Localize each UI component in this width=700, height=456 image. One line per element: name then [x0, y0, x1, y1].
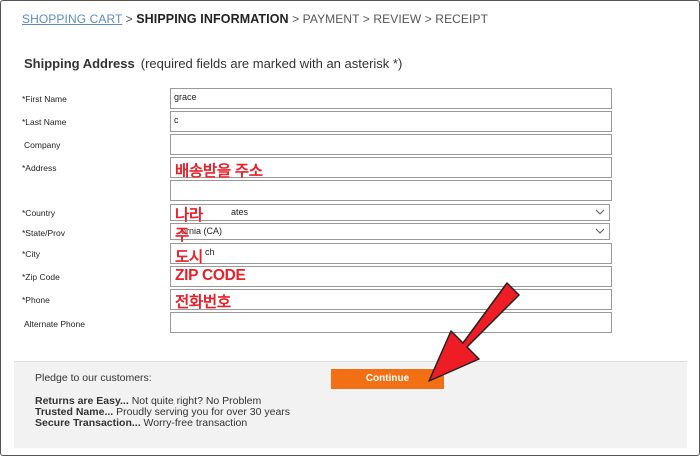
breadcrumb-receipt: RECEIPT: [435, 12, 489, 26]
country-annotation: 나라: [175, 207, 203, 224]
breadcrumb-review: REVIEW: [373, 12, 422, 26]
address-annotation: 배송받을 주소: [175, 163, 263, 180]
phone-annotation: 전화번호: [175, 294, 231, 311]
red-arrow-icon: [428, 282, 520, 382]
promo-secure-text: Worry-free transaction: [140, 417, 248, 429]
address-line2-field[interactable]: [170, 180, 612, 201]
breadcrumb-separator: >: [122, 12, 137, 26]
last-name-field[interactable]: c: [170, 111, 612, 132]
page-frame: SHOPPING CART > SHIPPING INFORMATION > P…: [0, 0, 700, 456]
breadcrumb-payment: PAYMENT: [302, 12, 360, 26]
zip-code-annotation: ZIP CODE: [175, 267, 246, 284]
breadcrumb-separator: >: [288, 12, 303, 26]
breadcrumb-separator: >: [359, 12, 374, 26]
shipping-address-heading: Shipping Address: [24, 56, 135, 71]
phone-field[interactable]: [170, 289, 612, 310]
alternate-phone-field[interactable]: [170, 312, 612, 333]
country-label: *Country: [22, 208, 56, 218]
breadcrumb-shipping-information: SHIPPING INFORMATION: [136, 12, 289, 26]
promo-secure-title: Secure Transaction...: [35, 417, 141, 429]
address-label: *Address: [22, 163, 57, 173]
chevron-down-icon: [595, 228, 605, 234]
breadcrumb-shopping-cart-link[interactable]: SHOPPING CART: [22, 12, 122, 26]
section-title: Shipping Address (required fields are mar…: [24, 56, 402, 71]
country-select-value: ates: [231, 207, 249, 217]
first-name-label: *First Name: [22, 94, 67, 104]
pledge-heading: Pledge to our customers:: [35, 372, 152, 384]
state-annotation: 주: [175, 227, 189, 244]
required-fields-note: (required fields are marked with an aste…: [140, 56, 403, 71]
breadcrumb: SHOPPING CART > SHIPPING INFORMATION > P…: [22, 12, 488, 26]
state-label: *State/Prov: [22, 228, 65, 238]
city-annotation: 도시: [175, 249, 203, 266]
alternate-phone-label: Alternate Phone: [24, 319, 85, 329]
city-field[interactable]: ch: [170, 243, 612, 264]
zip-code-label: *Zip Code: [22, 272, 60, 282]
company-field[interactable]: [170, 134, 612, 155]
company-label: Company: [24, 140, 61, 150]
city-label: *City: [22, 249, 40, 259]
breadcrumb-separator: >: [421, 12, 436, 26]
state-select[interactable]: ornia (CA): [170, 223, 610, 240]
last-name-label: *Last Name: [22, 117, 67, 127]
phone-label: *Phone: [22, 295, 50, 305]
chevron-down-icon: [595, 209, 605, 215]
first-name-field[interactable]: grace: [170, 88, 612, 109]
promo-secure: Secure Transaction... Worry-free transac…: [35, 417, 247, 429]
country-select[interactable]: ates: [170, 204, 610, 221]
